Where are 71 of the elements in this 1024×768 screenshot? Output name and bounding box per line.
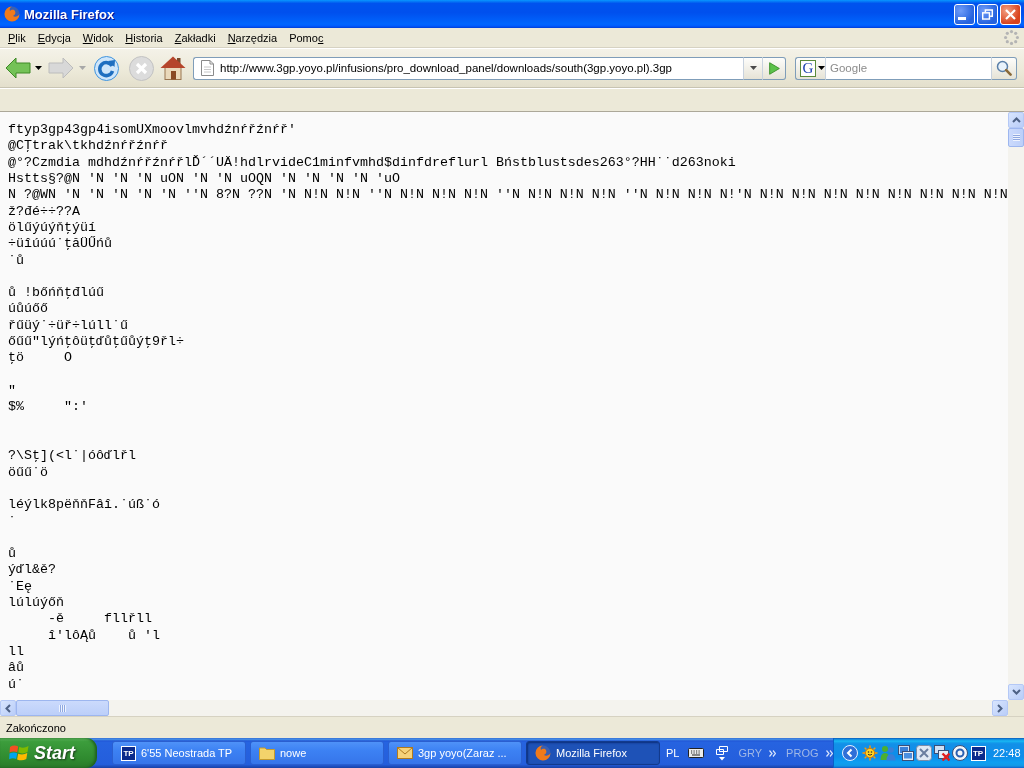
network-error-icon[interactable]	[933, 745, 950, 761]
flag-icon	[9, 744, 29, 762]
cross-circle-icon	[128, 55, 154, 81]
page-icon	[201, 60, 214, 76]
scroll-thumb[interactable]	[1008, 128, 1024, 147]
toolbar-label: PROG	[786, 747, 819, 759]
scroll-thumb[interactable]	[16, 700, 109, 716]
horizontal-scrollbar[interactable]	[0, 700, 1008, 716]
page-text: ftyp3gp43gp4isomUXmoovlmvhdźnŕřźnŕř' @CŢtrak\tkhdźnŕřźnŕř @°?Czmdia mdhdźnŕřźnŕřlĎ´´UÄ!hdlrvideC1minfvmhd$dinfdreflurl Bństblustsdes263°?HH˙˙d263noki Hstts§?@N 'N 'N 'N uON 'N 'N uOQN 'N 'N 'N 'N 'uO N ?@WN 'N 'N 'N 'N 'N ''N 8?N ??N 'N N!N N!N ''N N!N N!N N!N ''N N!N N!N N!N ''N N!N N!N N!'N N!N N!N N!N N!N N!N N!N N!N N!N ž?đé÷÷??A ölűýúýňţýüí ÷üîúúú˙ţăÜŰńů ˙ů ů !bőńňţđlúű úůúőő řűüý˙÷üř÷lúll˙ű őűű"lýńţôüţďůţűůýţ9řl÷ ţö O " $% ":' ?\Sţ](<l˙|óôďlřl öűű˙ö léýlk8pëňňFâî.˙úß˙ó ˙ ů ýďl&ě? ˙Eę lúlúýőň -ě fllřll î'lôĄů ů 'l ll âů ú˙	[7, 121, 1008, 693]
logo-tile: TP	[121, 745, 136, 761]
restore-button[interactable]	[977, 3, 998, 25]
window-title: Mozilla Firefox	[24, 6, 115, 22]
computer-icon[interactable]	[897, 745, 914, 761]
taskbar-button[interactable]: nowe	[250, 741, 384, 765]
folder-icon	[259, 746, 275, 760]
menu-item[interactable]: Plik	[2, 28, 32, 47]
chevron-down-icon	[1011, 689, 1021, 695]
clock: 22:48	[993, 747, 1021, 759]
menu-item[interactable]: Pomoc	[283, 28, 330, 47]
go-button[interactable]	[762, 56, 786, 80]
start-button[interactable]: Start	[0, 738, 97, 768]
taskbar-button[interactable]: TP 6'55 Neostrada TP	[112, 741, 246, 765]
ring-icon[interactable]	[951, 745, 968, 761]
house-icon	[160, 56, 186, 80]
minimize-icon	[958, 17, 966, 20]
double-chevron-icon[interactable]	[769, 749, 777, 757]
double-chevron-icon[interactable]	[825, 749, 833, 757]
address-field[interactable]: http://www.3gp.yoyo.pl/infusions/pro_download_panel/downloads/south(3gp.yoyo.pl).3gp	[193, 56, 743, 80]
keyboard-icon[interactable]	[688, 748, 705, 758]
chevron-left-icon	[5, 703, 11, 713]
caret-down-icon	[34, 66, 42, 70]
menu-item[interactable]: Widok	[76, 28, 120, 47]
caret-down-icon	[749, 66, 757, 70]
close-icon	[1005, 8, 1016, 20]
search-engine-button[interactable]: G	[795, 56, 826, 80]
scroll-left-button[interactable]	[0, 700, 16, 716]
firefox-logo-icon	[4, 6, 20, 22]
menu-item[interactable]: Narzędzia	[221, 28, 284, 47]
scroll-down-button[interactable]	[1008, 684, 1024, 700]
chevron-up-icon	[1011, 117, 1021, 123]
envelope-icon	[397, 747, 413, 759]
window-icon[interactable]	[716, 745, 729, 761]
right-arrow-icon	[48, 57, 74, 79]
menu-item[interactable]: Edycja	[31, 28, 77, 47]
cross-icon[interactable]	[915, 745, 932, 761]
close-button[interactable]	[1000, 3, 1021, 25]
taskbar-button[interactable]: 3gp yoyo(Zaraz ...	[388, 741, 522, 765]
taskbar-button[interactable]: Mozilla Firefox	[526, 741, 660, 765]
chevron-right-icon	[997, 703, 1003, 713]
sun-face-icon[interactable]	[861, 745, 878, 761]
throbber-icon	[1004, 30, 1019, 45]
firefox-logo-icon	[535, 745, 551, 761]
search-icon	[996, 60, 1012, 76]
menu-item[interactable]: Historia	[119, 28, 169, 47]
restore-icon	[982, 8, 993, 20]
search-field[interactable]: Google	[826, 56, 991, 80]
caret-down-icon	[78, 66, 86, 70]
language-button[interactable]: PL	[666, 747, 680, 759]
logo-tile[interactable]: TP	[970, 745, 986, 761]
vertical-scrollbar[interactable]	[1008, 112, 1024, 700]
scroll-up-button[interactable]	[1008, 112, 1024, 128]
left-arrow-icon	[5, 57, 31, 79]
caret-down-icon	[818, 66, 825, 70]
scroll-right-button[interactable]	[992, 700, 1008, 716]
status-text: Zakończono	[6, 721, 66, 734]
chevron-left-icon[interactable]	[841, 745, 858, 761]
minimize-button[interactable]	[954, 3, 975, 25]
toolbar-label: GRY	[738, 747, 763, 759]
menu-item[interactable]: Zakładki	[168, 28, 222, 47]
play-triangle-icon	[768, 61, 780, 75]
search-button[interactable]	[991, 56, 1017, 80]
